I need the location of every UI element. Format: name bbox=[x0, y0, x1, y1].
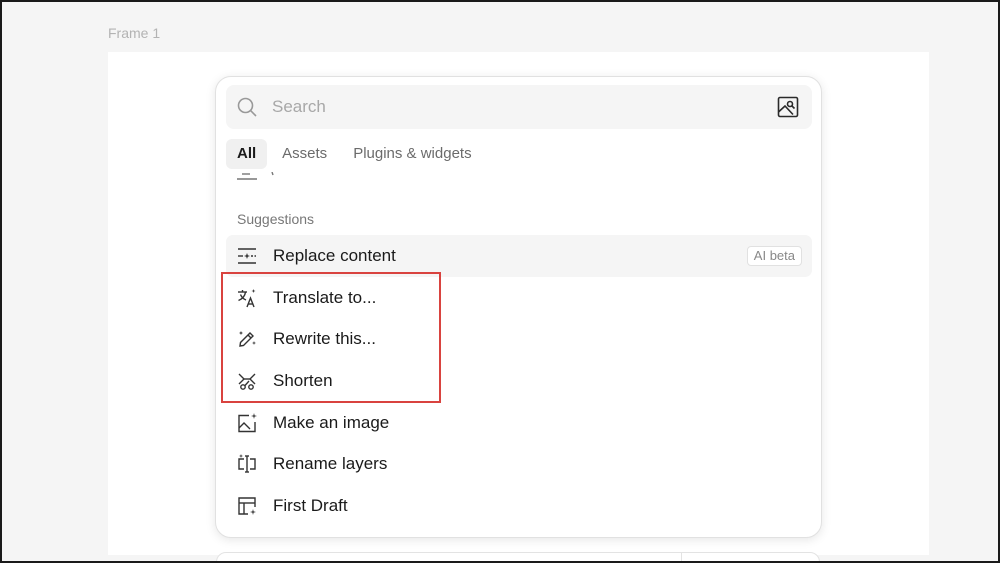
replace-content-icon bbox=[236, 245, 258, 267]
toolbar-divider bbox=[681, 553, 682, 563]
search-input[interactable] bbox=[272, 85, 752, 129]
search-bar bbox=[226, 85, 812, 129]
suggestion-label: Make an image bbox=[273, 412, 390, 432]
search-icon bbox=[235, 95, 259, 119]
scrolled-item-remnant bbox=[236, 172, 276, 182]
suggestion-rename-layers[interactable]: Rename layers bbox=[226, 443, 812, 485]
first-draft-icon bbox=[236, 495, 258, 517]
ai-beta-badge: AI beta bbox=[746, 246, 802, 266]
suggestion-first-draft[interactable]: First Draft bbox=[226, 485, 812, 527]
tab-assets[interactable]: Assets bbox=[271, 139, 338, 169]
tab-bar: All Assets Plugins & widgets bbox=[226, 139, 483, 169]
suggestion-label: Rename layers bbox=[273, 454, 388, 474]
frame-label[interactable]: Frame 1 bbox=[108, 25, 160, 41]
annotation-highlight-box bbox=[221, 272, 441, 403]
suggestion-label: Replace content bbox=[273, 245, 396, 265]
suggestion-label: First Draft bbox=[273, 495, 348, 515]
bottom-toolbar-card bbox=[216, 552, 820, 563]
tab-plugins-widgets[interactable]: Plugins & widgets bbox=[342, 139, 482, 169]
suggestion-make-image[interactable]: Make an image bbox=[226, 402, 812, 444]
rename-layers-icon bbox=[236, 453, 258, 475]
tab-all[interactable]: All bbox=[226, 139, 268, 169]
suggestions-heading: Suggestions bbox=[237, 211, 315, 227]
image-search-icon[interactable] bbox=[776, 95, 800, 119]
suggestion-replace-content[interactable]: Replace content AI beta bbox=[226, 235, 812, 277]
image-sparkle-icon bbox=[236, 412, 258, 434]
